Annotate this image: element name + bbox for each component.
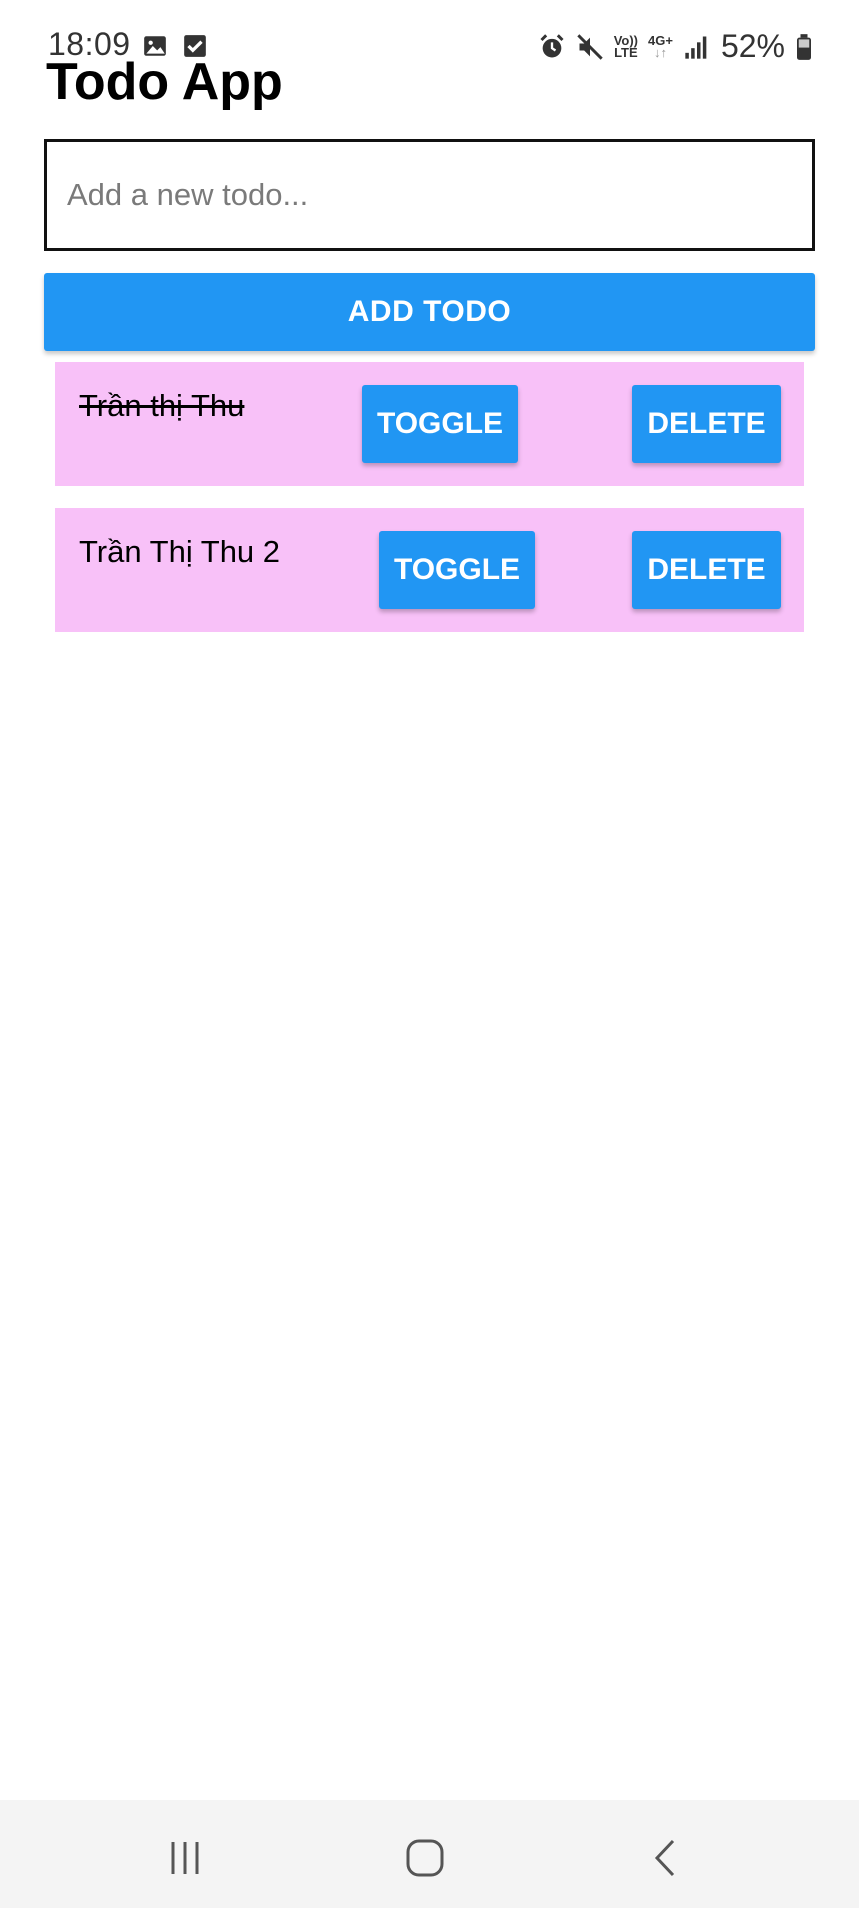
todo-text: Trần thị Thu [79,388,245,423]
mute-icon [576,33,604,61]
back-icon[interactable] [636,1828,696,1888]
todo-item: Trần Thị Thu 2 TOGGLE DELETE [55,508,804,632]
signal-icon [683,33,711,61]
volte-bottom-label: LTE [614,44,638,60]
toggle-button[interactable]: TOGGLE [379,531,535,609]
toggle-button[interactable]: TOGGLE [362,385,518,463]
alarm-icon [538,33,566,61]
battery-percent: 52% [720,28,785,64]
todo-item: Trần thị Thu TOGGLE DELETE [55,362,804,486]
screen: 18:09 Vo)) LTE 4G+ ↓↑ 52% Todo App Add a… [0,0,859,1908]
new-todo-input[interactable] [44,139,815,251]
status-right-icons: Vo)) LTE 4G+ ↓↑ 52% [538,28,813,65]
navigation-bar [0,1800,859,1908]
delete-button[interactable]: DELETE [632,531,781,609]
add-todo-button[interactable]: ADD TODO [44,273,815,351]
data-arrows-icon: ↓↑ [653,44,667,60]
home-icon[interactable] [395,1828,455,1888]
recent-apps-icon[interactable] [155,1828,215,1888]
todo-text: Trần Thị Thu 2 [79,534,281,569]
volte-icon: Vo)) LTE [614,34,638,60]
page-title: Todo App [46,53,283,111]
delete-button[interactable]: DELETE [632,385,781,463]
4g-plus-icon: 4G+ ↓↑ [648,34,673,60]
battery-icon [795,33,813,61]
